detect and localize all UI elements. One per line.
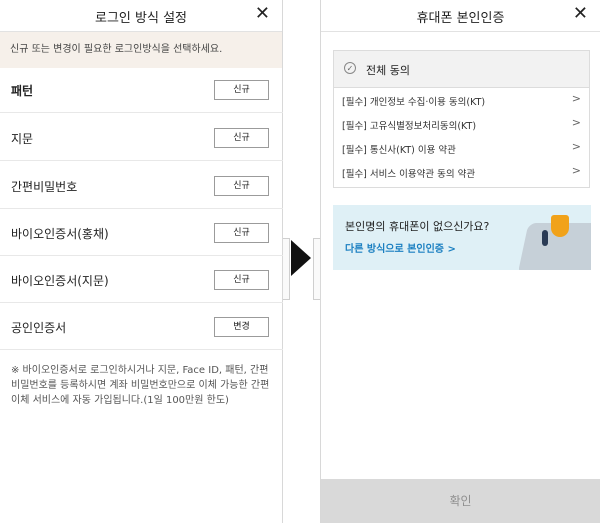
panel-edge-tab: [283, 238, 290, 300]
new-button[interactable]: 신규: [214, 270, 269, 290]
term-item[interactable]: [필수] 고유식별정보처리동의(KT) >: [334, 113, 589, 136]
check-circle-icon[interactable]: ✓: [344, 62, 356, 74]
new-button[interactable]: 신규: [214, 80, 269, 100]
phone-verification-panel: 휴대폰 본인인증 ✕ ✓ 전체 동의 [필수] 개인정보 수집·이용 동의(KT…: [320, 0, 600, 523]
login-method-row: 패턴 신규: [0, 68, 283, 113]
panel-edge-tab: [313, 238, 320, 300]
method-label: 바이오인증서(지문): [11, 274, 109, 288]
login-method-row: 공인인증서 변경: [0, 305, 283, 350]
phone-verification-header: 휴대폰 본인인증 ✕: [321, 0, 600, 32]
agree-all-row[interactable]: ✓ 전체 동의: [334, 51, 589, 88]
term-item[interactable]: [필수] 서비스 이용약관 동의 약관 >: [334, 161, 589, 184]
method-label: 지문: [11, 132, 34, 146]
alternative-auth-banner[interactable]: 본인명의 휴대폰이 없으신가요? 다른 방식으로 본인인증 >: [333, 205, 591, 270]
banner-question: 본인명의 휴대폰이 없으신가요?: [345, 220, 490, 233]
new-button[interactable]: 신규: [214, 176, 269, 196]
notice-text: 신규 또는 변경이 필요한 로그인방식을 선택하세요.: [0, 32, 282, 68]
chevron-right-icon: >: [571, 164, 581, 177]
term-label: [필수] 서비스 이용약관 동의 약관: [342, 169, 476, 180]
new-button[interactable]: 신규: [214, 223, 269, 243]
auto-enroll-note: ※ 바이오인증서로 로그인하시거나 지문, Face ID, 패턴, 간편비밀번…: [11, 365, 270, 406]
change-button[interactable]: 변경: [214, 317, 269, 337]
agree-all-label: 전체 동의: [366, 64, 410, 77]
term-item[interactable]: [필수] 개인정보 수집·이용 동의(KT) >: [334, 89, 589, 112]
panel-title: 로그인 방식 설정: [95, 11, 187, 26]
term-item[interactable]: [필수] 통신사(KT) 이용 약관 >: [334, 137, 589, 160]
close-icon[interactable]: ✕: [573, 3, 588, 25]
chevron-right-icon: >: [571, 140, 581, 153]
panel-title: 휴대폰 본인인증: [416, 11, 505, 26]
login-method-row: 지문 신규: [0, 116, 283, 161]
person-icon: [542, 230, 548, 246]
login-method-row: 바이오인증서(홍채) 신규: [0, 211, 283, 256]
shield-icon: [551, 215, 569, 237]
term-label: [필수] 고유식별정보처리동의(KT): [342, 121, 477, 132]
term-label: [필수] 개인정보 수집·이용 동의(KT): [342, 97, 486, 108]
chevron-right-icon: >: [571, 116, 581, 129]
close-icon[interactable]: ✕: [255, 3, 270, 25]
method-label: 공인인증서: [11, 321, 67, 335]
new-button[interactable]: 신규: [214, 128, 269, 148]
method-label: 간편비밀번호: [11, 180, 78, 194]
login-method-header: 로그인 방식 설정 ✕: [0, 0, 282, 32]
chevron-right-icon: >: [571, 92, 581, 105]
method-label: 패턴: [11, 84, 34, 98]
login-method-panel: 로그인 방식 설정 ✕ 신규 또는 변경이 필요한 로그인방식을 선택하세요. …: [0, 0, 283, 523]
play-arrow-icon: [291, 240, 311, 276]
other-auth-link[interactable]: 다른 방식으로 본인인증 >: [345, 240, 456, 255]
term-label: [필수] 통신사(KT) 이용 약관: [342, 145, 456, 156]
method-label: 바이오인증서(홍채): [11, 227, 109, 241]
terms-agreement-box: ✓ 전체 동의 [필수] 개인정보 수집·이용 동의(KT) > [필수] 고유…: [333, 50, 590, 188]
login-method-row: 간편비밀번호 신규: [0, 164, 283, 209]
login-method-row: 바이오인증서(지문) 신규: [0, 258, 283, 303]
confirm-button[interactable]: 확인: [321, 479, 600, 523]
